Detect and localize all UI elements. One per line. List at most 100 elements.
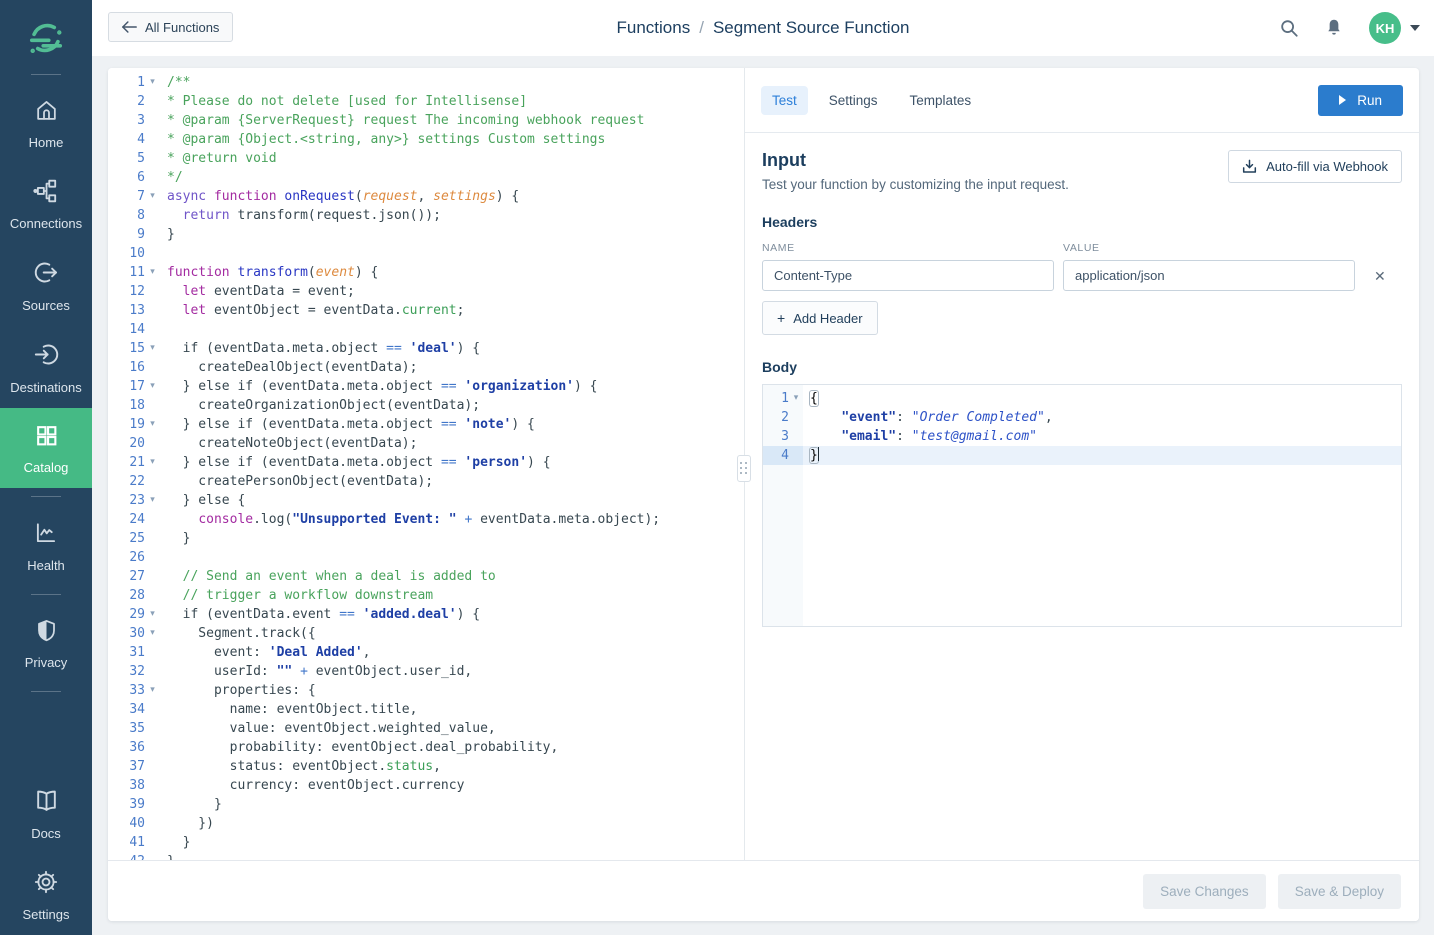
fold-marker-icon[interactable]: ▾ [145, 187, 160, 206]
search-icon[interactable] [1279, 18, 1299, 38]
autofill-webhook-button[interactable]: Auto-fill via Webhook [1228, 150, 1402, 183]
fold-marker-icon[interactable]: ▾ [145, 415, 160, 434]
code-line[interactable]: 23▾ } else { [108, 491, 744, 510]
code-line[interactable]: 39 } [108, 795, 744, 814]
fold-marker-icon[interactable]: ▾ [789, 389, 803, 408]
body-json-line[interactable]: 2 "event": "Order Completed", [763, 408, 1401, 427]
code-line[interactable]: 40 }) [108, 814, 744, 833]
breadcrumb-functions-link[interactable]: Functions [617, 18, 691, 38]
code-line[interactable]: 14 [108, 320, 744, 339]
code-line[interactable]: 10 [108, 244, 744, 263]
code-line[interactable]: 31 event: 'Deal Added', [108, 643, 744, 662]
code-line[interactable]: 7▾async function onRequest(request, sett… [108, 187, 744, 206]
code-line[interactable]: 25 } [108, 529, 744, 548]
code-line[interactable]: 16 createDealObject(eventData); [108, 358, 744, 377]
code-line[interactable]: 9} [108, 225, 744, 244]
fold-marker-icon[interactable]: ▾ [145, 624, 160, 643]
code-line[interactable]: 6*/ [108, 168, 744, 187]
code-line[interactable]: 27 // Send an event when a deal is added… [108, 567, 744, 586]
code-line[interactable]: 20 createNoteObject(eventData); [108, 434, 744, 453]
sidebar-item-destinations[interactable]: Destinations [0, 326, 92, 408]
code-line[interactable]: 5* @return void [108, 149, 744, 168]
remove-header-icon[interactable]: ✕ [1374, 269, 1386, 283]
fold-marker-icon[interactable]: ▾ [145, 605, 160, 624]
code-line[interactable]: 26 [108, 548, 744, 567]
sidebar-item-sources[interactable]: Sources [0, 244, 92, 326]
body-json-line[interactable]: 3 "email": "test@gmail.com" [763, 427, 1401, 446]
code-line[interactable]: 30▾ Segment.track({ [108, 624, 744, 643]
body-json-editor[interactable]: 1▾{2 "event": "Order Completed",3 "email… [762, 384, 1402, 627]
code-line[interactable]: 22 createPersonObject(eventData); [108, 472, 744, 491]
line-number: 10 [108, 244, 145, 263]
chevron-down-icon[interactable] [1410, 25, 1420, 31]
code-line[interactable]: 2* Please do not delete [used for Intell… [108, 92, 744, 111]
code-editor[interactable]: 1▾/**2* Please do not delete [used for I… [108, 68, 744, 860]
code-text: console.log("Unsupported Event: " + even… [160, 510, 744, 529]
save-changes-button[interactable]: Save Changes [1143, 874, 1266, 909]
back-button-label: All Functions [145, 20, 219, 35]
notifications-bell-icon[interactable] [1325, 18, 1343, 38]
code-line[interactable]: 17▾ } else if (eventData.meta.object == … [108, 377, 744, 396]
code-line[interactable]: 15▾ if (eventData.meta.object == 'deal')… [108, 339, 744, 358]
code-line[interactable]: 19▾ } else if (eventData.meta.object == … [108, 415, 744, 434]
fold-marker-icon[interactable]: ▾ [145, 339, 160, 358]
fold-marker-icon[interactable]: ▾ [145, 681, 160, 700]
fold-marker-icon[interactable]: ▾ [145, 263, 160, 282]
code-line[interactable]: 34 name: eventObject.title, [108, 700, 744, 719]
code-line[interactable]: 3* @param {ServerRequest} request The in… [108, 111, 744, 130]
fold-marker-icon[interactable]: ▾ [145, 377, 160, 396]
code-line[interactable]: 4* @param {Object.<string, any>} setting… [108, 130, 744, 149]
arrow-left-icon [122, 21, 137, 33]
sidebar-item-settings[interactable]: Settings [0, 854, 92, 935]
code-line[interactable]: 32 userId: "" + eventObject.user_id, [108, 662, 744, 681]
tab-settings[interactable]: Settings [818, 86, 889, 115]
line-number: 36 [108, 738, 145, 757]
user-avatar[interactable]: KH [1369, 12, 1401, 44]
fold-marker-icon[interactable]: ▾ [145, 453, 160, 472]
run-button[interactable]: Run [1318, 85, 1403, 116]
code-line[interactable]: 38 currency: eventObject.currency [108, 776, 744, 795]
code-line[interactable]: 42} [108, 852, 744, 860]
tab-test[interactable]: Test [761, 86, 808, 115]
sidebar-item-health[interactable]: Health [0, 505, 92, 586]
resize-drag-handle-icon[interactable] [737, 455, 751, 482]
code-line[interactable]: 33▾ properties: { [108, 681, 744, 700]
privacy-icon [34, 618, 59, 648]
code-line[interactable]: 13 let eventObject = eventData.current; [108, 301, 744, 320]
code-line[interactable]: 24 console.log("Unsupported Event: " + e… [108, 510, 744, 529]
line-number: 39 [108, 795, 145, 814]
body-json-line[interactable]: 1▾{ [763, 389, 1401, 408]
sidebar-item-catalog[interactable]: Catalog [0, 408, 92, 488]
code-line[interactable]: 18 createOrganizationObject(eventData); [108, 396, 744, 415]
code-line[interactable]: 37 status: eventObject.status, [108, 757, 744, 776]
sidebar-item-privacy[interactable]: Privacy [0, 603, 92, 683]
fold-marker-icon[interactable]: ▾ [145, 73, 160, 92]
code-line[interactable]: 11▾function transform(event) { [108, 263, 744, 282]
code-line[interactable]: 29▾ if (eventData.event == 'added.deal')… [108, 605, 744, 624]
code-line[interactable]: 35 value: eventObject.weighted_value, [108, 719, 744, 738]
fold-marker-empty [789, 446, 803, 465]
code-line[interactable]: 12 let eventData = event; [108, 282, 744, 301]
line-number: 11 [108, 263, 145, 282]
code-text: "event": "Order Completed", [803, 408, 1401, 427]
header-name-input[interactable] [762, 260, 1054, 291]
sidebar-item-docs[interactable]: Docs [0, 772, 92, 854]
panel-tabs: Test Settings Templates [761, 86, 982, 115]
code-line[interactable]: 21▾ } else if (eventData.meta.object == … [108, 453, 744, 472]
code-line[interactable]: 8 return transform(request.json()); [108, 206, 744, 225]
save-deploy-button[interactable]: Save & Deploy [1278, 874, 1401, 909]
all-functions-back-button[interactable]: All Functions [108, 12, 233, 42]
sidebar-item-connections[interactable]: Connections [0, 163, 92, 244]
code-line[interactable]: 41 } [108, 833, 744, 852]
add-header-button[interactable]: + Add Header [762, 301, 878, 335]
sidebar-divider [31, 691, 61, 692]
body-json-line[interactable]: 4} [763, 446, 1401, 465]
fold-marker-icon[interactable]: ▾ [145, 491, 160, 510]
code-line[interactable]: 1▾/** [108, 73, 744, 92]
tab-templates[interactable]: Templates [899, 86, 983, 115]
segment-logo-icon[interactable] [22, 14, 70, 62]
sidebar-item-home[interactable]: Home [0, 83, 92, 163]
code-line[interactable]: 36 probability: eventObject.deal_probabi… [108, 738, 744, 757]
code-line[interactable]: 28 // trigger a workflow downstream [108, 586, 744, 605]
header-value-input[interactable] [1063, 260, 1355, 291]
